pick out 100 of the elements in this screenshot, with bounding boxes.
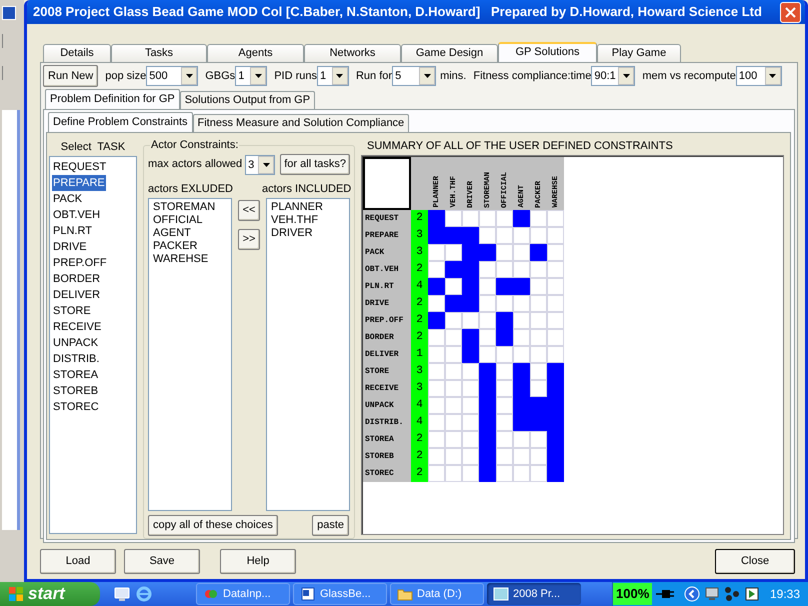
tab[interactable]: Problem Definition for GP: [45, 89, 180, 109]
tab[interactable]: Tasks: [111, 44, 207, 62]
row-header: DELIVER: [363, 346, 411, 363]
desktop-icon: [114, 586, 130, 602]
row-header: UNPACK: [363, 397, 411, 414]
taskbar-button[interactable]: GlassBe...: [293, 583, 387, 605]
for-all-tasks-button[interactable]: for all tasks?: [280, 154, 350, 175]
field-label: Fitness compliance:time: [473, 68, 592, 84]
tab[interactable]: Details: [43, 44, 111, 62]
windows-flag-icon: [8, 586, 24, 602]
row-header: BORDER: [363, 329, 411, 346]
row-header: STOREA: [363, 431, 411, 448]
paste-button[interactable]: paste: [312, 515, 349, 536]
count-cell: 2: [411, 295, 428, 312]
tab[interactable]: Define Problem Constraints: [48, 112, 193, 132]
dialog-button[interactable]: Save: [124, 548, 200, 574]
field-label: max actors allowed: [148, 157, 242, 172]
taskbar-button[interactable]: 2008 Pr...: [487, 583, 581, 605]
list-item[interactable]: PLN.RT: [52, 223, 93, 239]
field-label: PID runs: [274, 68, 317, 84]
run-new-button[interactable]: Run New: [43, 65, 98, 87]
dropdown-arrow-icon: [254, 74, 262, 78]
move-left-button[interactable]: <<: [238, 200, 260, 221]
field-label: Run for: [356, 68, 392, 84]
taskbar-button[interactable]: DataInp...: [196, 583, 290, 605]
list-item[interactable]: DRIVER: [271, 227, 313, 240]
count-cell: 2: [411, 210, 428, 227]
taskbar-button[interactable]: Data (D:): [390, 583, 484, 605]
count-cell: 2: [411, 329, 428, 346]
dropdown-arrow-icon: [262, 162, 270, 166]
list-item[interactable]: DISTRIB.: [52, 351, 100, 367]
dropdown-arrow-icon: [336, 74, 344, 78]
row-header: PLN.RT: [363, 278, 411, 295]
list-item[interactable]: STOREB: [52, 383, 100, 399]
list-item[interactable]: REQUEST: [52, 159, 108, 175]
row-header: DRIVE: [363, 295, 411, 312]
close-button[interactable]: [780, 2, 801, 22]
count-cell: 2: [411, 261, 428, 278]
tab[interactable]: Solutions Output from GP: [180, 91, 316, 109]
list-item[interactable]: STORE: [52, 303, 92, 319]
dropdown[interactable]: 100: [736, 66, 782, 86]
copy-button[interactable]: copy all of these choices: [148, 515, 278, 536]
monitor-icon: [704, 586, 720, 602]
list-item[interactable]: OBT.VEH: [52, 207, 102, 223]
row-header: PREPARE: [363, 227, 411, 244]
list-item[interactable]: PACKER: [153, 240, 198, 253]
list-item[interactable]: WAREHSE: [153, 253, 208, 266]
tab[interactable]: Agents: [207, 44, 304, 62]
count-cell: 4: [411, 278, 428, 295]
count-cell: 3: [411, 244, 428, 261]
count-cell: 4: [411, 397, 428, 414]
list-item[interactable]: STOREMAN: [153, 201, 216, 214]
summary-title: SUMMARY OF ALL OF THE USER DEFINED CONSTRAINTS: [366, 139, 674, 154]
dropdown[interactable]: 1: [235, 66, 268, 86]
tab[interactable]: Play Game: [597, 44, 681, 62]
count-cell: 4: [411, 414, 428, 431]
list-item[interactable]: PACK: [52, 191, 84, 207]
row-header: PREP.OFF: [363, 312, 411, 329]
dropdown[interactable]: 90:1: [591, 66, 636, 86]
list-item[interactable]: DRIVE: [52, 239, 88, 255]
count-cell: 2: [411, 312, 428, 329]
list-item[interactable]: VEH.THF: [271, 214, 318, 227]
move-right-button[interactable]: >>: [238, 229, 260, 250]
row-header: STOREB: [363, 448, 411, 465]
list-item[interactable]: PREP.OFF: [52, 255, 108, 271]
tab[interactable]: Game Design: [401, 44, 498, 62]
list-item[interactable]: RECEIVE: [52, 319, 102, 335]
list-item[interactable]: PREPARE: [52, 175, 106, 191]
row-header: REQUEST: [363, 210, 411, 227]
tab[interactable]: Fitness Measure and Solution Compliance: [192, 114, 410, 132]
dropdown-arrow-icon: [769, 74, 776, 78]
list-item[interactable]: BORDER: [52, 271, 102, 287]
list-item[interactable]: OFFICIAL: [153, 214, 203, 227]
list-label: Select TASK: [60, 140, 126, 155]
list-item[interactable]: UNPACK: [52, 335, 100, 351]
document-icon: [300, 586, 316, 602]
chevron-icon: [684, 586, 700, 602]
dropdown[interactable]: 3: [245, 154, 276, 174]
list-item[interactable]: AGENT: [153, 227, 191, 240]
dropdown[interactable]: 5: [392, 66, 436, 86]
row-header: STORE: [363, 363, 411, 380]
row-header: DISTRIB.: [363, 414, 411, 431]
list-item[interactable]: STOREC: [52, 399, 100, 415]
list-label: actors EXLUDED: [148, 182, 233, 197]
dialog-button[interactable]: Help: [220, 548, 296, 574]
dropdown[interactable]: 500: [146, 66, 198, 86]
list-item[interactable]: PLANNER: [271, 201, 323, 214]
count-cell: 2: [411, 465, 428, 482]
dialog-button[interactable]: Load: [40, 548, 116, 574]
field-label: mem vs recompute: [642, 68, 736, 84]
count-cell: 1: [411, 346, 428, 363]
list-item[interactable]: DELIVER: [52, 287, 102, 303]
tab[interactable]: Networks: [304, 44, 401, 62]
tab[interactable]: GP Solutions: [498, 42, 597, 62]
close-dialog-button[interactable]: Close: [715, 548, 795, 574]
dropdown[interactable]: 1: [316, 66, 349, 86]
list-item[interactable]: STOREA: [52, 367, 100, 383]
clock: 19:33: [770, 586, 800, 603]
row-header: PACK: [363, 244, 411, 261]
count-cell: 3: [411, 227, 428, 244]
